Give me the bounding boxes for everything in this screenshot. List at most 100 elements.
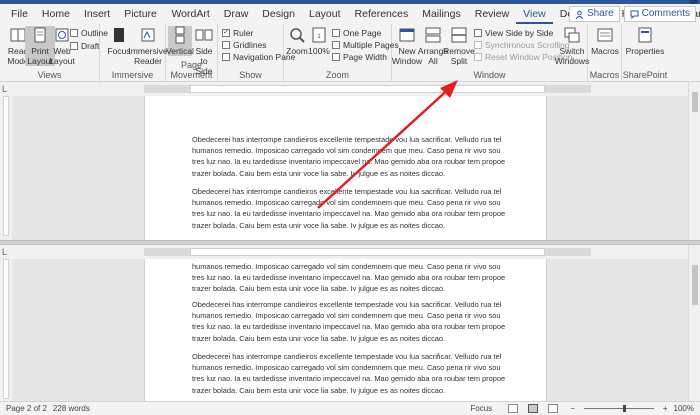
window-group: New Window Arrange All Remove Split View… <box>392 24 590 82</box>
page-width-label: Page Width <box>343 52 387 62</box>
tab-selector-icon[interactable]: L <box>2 247 12 257</box>
page-width-button[interactable]: Page Width <box>332 52 387 62</box>
zoom-slider[interactable]: − + <box>564 404 667 413</box>
focus-icon <box>114 28 124 42</box>
tab-mailings[interactable]: Mailings <box>415 4 468 24</box>
focus-status-button[interactable]: Focus <box>464 404 492 413</box>
arrange-all-icon <box>425 27 441 43</box>
tab-references[interactable]: References <box>348 4 416 24</box>
page-count[interactable]: Page 2 of 2 <box>6 404 47 413</box>
paragraph[interactable]: Obedecerei has interrompe candieiros exc… <box>192 351 512 396</box>
new-window-icon <box>399 28 415 42</box>
view-side-by-side-button[interactable]: View Side by Side <box>474 28 553 38</box>
multiple-pages-button[interactable]: Multiple Pages <box>332 40 399 50</box>
paragraph[interactable]: Obedecerei has interrompe candieiros exc… <box>192 299 512 344</box>
view-buttons <box>502 404 559 413</box>
switch-windows-label: Switch Windows <box>554 46 590 66</box>
read-mode-status-icon[interactable] <box>508 404 519 413</box>
bottom-horizontal-ruler[interactable]: L <box>0 245 700 259</box>
gridlines-checkbox[interactable]: Gridlines <box>222 40 267 50</box>
page-movement-group: Vertical Side to Side Page Movement <box>166 24 218 82</box>
top-vertical-ruler[interactable] <box>0 96 12 240</box>
draft-label: Draft <box>81 41 100 51</box>
views-group-label: Views <box>37 70 62 80</box>
zoom-in-icon[interactable]: + <box>663 404 668 413</box>
outline-icon <box>70 29 78 37</box>
vertical-label: Vertical <box>166 46 194 56</box>
one-page-button[interactable]: One Page <box>332 28 381 38</box>
tab-wordart[interactable]: WordArt <box>164 4 216 24</box>
gridlines-label: Gridlines <box>233 40 267 50</box>
new-window-button[interactable]: New Window <box>392 26 422 66</box>
document-page-bottom[interactable]: humanos remedio. Imposicao carregado vol… <box>144 259 547 401</box>
bottom-vertical-scrollbar[interactable] <box>688 245 700 401</box>
tab-view[interactable]: View <box>516 4 553 24</box>
bottom-vertical-ruler[interactable] <box>0 259 12 401</box>
macros-label: Macros <box>591 46 619 56</box>
vertical-button[interactable]: Vertical <box>166 26 194 56</box>
tab-layout[interactable]: Layout <box>302 4 348 24</box>
top-vertical-scrollbar[interactable] <box>688 82 700 240</box>
zoom-level[interactable]: 100% <box>674 404 694 413</box>
zoom-100-button[interactable]: 1 100% <box>308 26 330 56</box>
properties-button[interactable]: Properties <box>625 26 665 56</box>
ribbon: Read Mode Print Layout Web Layout Outlin… <box>0 24 700 82</box>
top-horizontal-ruler[interactable]: L <box>0 82 700 96</box>
macros-group-label: Macros <box>589 70 620 80</box>
zoom-icon <box>290 28 305 43</box>
tab-home[interactable]: Home <box>35 4 77 24</box>
checkbox-icon <box>222 53 230 61</box>
zoom-out-icon[interactable]: − <box>570 404 575 413</box>
tab-review[interactable]: Review <box>468 4 516 24</box>
print-layout-status-icon[interactable] <box>528 404 539 413</box>
share-button[interactable]: Share <box>568 6 620 22</box>
focus-status-label: Focus <box>470 404 493 413</box>
tab-picture-format[interactable]: Picture Format <box>117 4 164 40</box>
switch-windows-icon <box>564 27 580 43</box>
draft-icon <box>70 42 78 50</box>
zoom-group-label: Zoom <box>325 70 349 80</box>
tab-file[interactable]: File <box>4 4 35 24</box>
zoom-label: Zoom <box>286 46 308 56</box>
properties-label: Properties <box>625 46 665 56</box>
sync-scroll-icon <box>474 41 482 49</box>
multiple-pages-icon <box>332 41 340 49</box>
one-page-label: One Page <box>343 28 382 38</box>
macros-icon <box>597 28 613 42</box>
page-width-icon <box>332 53 340 61</box>
remove-split-button[interactable]: Remove Split <box>443 26 475 66</box>
comments-button[interactable]: Comments <box>623 6 696 22</box>
document-page-top[interactable]: Obedecerei has interrompe candieiros exc… <box>144 96 547 240</box>
tab-draw[interactable]: Draw <box>217 4 256 24</box>
show-group-label: Show <box>239 70 262 80</box>
tab-design[interactable]: Design <box>255 4 302 24</box>
immersive-reader-button[interactable]: Immersive Reader <box>128 26 168 66</box>
word-count[interactable]: 228 words <box>53 404 90 413</box>
ruler-checkbox[interactable]: ✓ Ruler <box>222 28 253 38</box>
paragraph[interactable]: Obedecerei has interrompe candieiros exc… <box>192 134 512 179</box>
remove-split-label: Remove Split <box>443 46 475 66</box>
views-group: Read Mode Print Layout Web Layout Outlin… <box>0 24 108 82</box>
web-layout-status-icon[interactable] <box>548 404 559 413</box>
immersive-reader-label: Immersive Reader <box>128 46 168 66</box>
arrange-all-button[interactable]: Arrange All <box>418 26 448 66</box>
focus-label: Focus <box>107 46 131 56</box>
reset-position-icon <box>474 53 482 61</box>
macros-group: Macros Macros <box>588 24 622 82</box>
ribbon-tab-bar: FileHomeInsertPicture FormatWordArtDrawD… <box>0 4 700 40</box>
macros-button[interactable]: Macros <box>590 26 620 56</box>
paragraph[interactable]: Obedecerei has interrompe candieiros exc… <box>192 186 512 231</box>
top-document-pane[interactable]: Obedecerei has interrompe candieiros exc… <box>12 96 688 240</box>
switch-windows-button[interactable]: Switch Windows <box>554 26 590 66</box>
show-group: ✓ Ruler Gridlines Navigation Pane Show <box>218 24 295 82</box>
immersive-group-label: Immersive <box>111 70 154 80</box>
draft-button[interactable]: Draft <box>70 41 99 51</box>
tab-insert[interactable]: Insert <box>77 4 117 24</box>
share-icon <box>575 10 584 19</box>
comments-label: Comments <box>641 8 690 19</box>
share-label: Share <box>586 8 614 19</box>
zoom-button[interactable]: Zoom <box>286 26 308 56</box>
tab-selector-icon[interactable]: L <box>2 84 12 94</box>
paragraph[interactable]: humanos remedio. Imposicao carregado vol… <box>192 261 512 295</box>
bottom-document-pane[interactable]: humanos remedio. Imposicao carregado vol… <box>12 259 688 401</box>
